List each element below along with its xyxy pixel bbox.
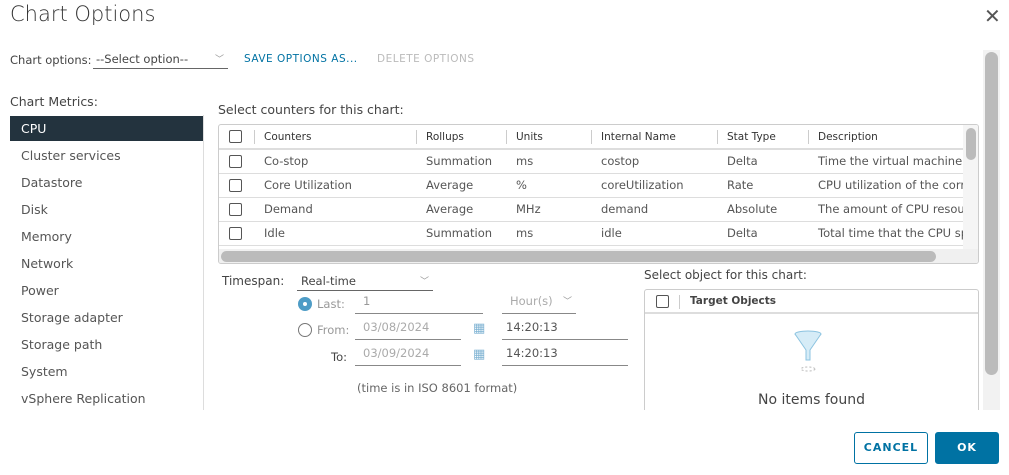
funnel-icon [794, 330, 822, 372]
table-cell: Summation [416, 221, 506, 246]
table-cell: costop [591, 149, 717, 174]
table-cell: Time the virtual machine is [808, 149, 963, 174]
checkbox-cell [219, 197, 254, 222]
last-label: Last: [317, 297, 345, 311]
dialog-body: Chart options: --Select option-- ﹀ SAVE O… [0, 40, 1009, 410]
from-radio[interactable] [298, 323, 312, 337]
table-cell: Total time that the CPU sp [808, 221, 963, 246]
table-cell: Delta [717, 149, 808, 174]
delete-options-button[interactable]: DELETE OPTIONS [377, 53, 474, 65]
timespan-select[interactable]: Real-time ﹀ [297, 274, 433, 291]
metric-item-cpu[interactable]: CPU [10, 116, 203, 141]
table-cell: MHz [506, 197, 591, 222]
divider [203, 115, 204, 410]
objects-label: Select object for this chart: [644, 268, 807, 282]
last-unit-value: Hour(s) [510, 294, 553, 308]
target-objects-table: Target Objects No items found [644, 289, 979, 410]
checkbox-cell [219, 149, 254, 174]
chart-options-value: --Select option-- [96, 52, 189, 66]
column-header[interactable]: Description [808, 125, 963, 150]
table-cell: Rate [717, 173, 808, 198]
metric-item-memory[interactable]: Memory [10, 224, 203, 249]
last-unit-select[interactable]: Hour(s) ﹀ [502, 294, 576, 314]
table-row[interactable]: Idle Summation ms idle Delta Total time that … [219, 221, 963, 246]
save-options-button[interactable]: SAVE OPTIONS AS... [244, 53, 358, 65]
column-header[interactable]: Target Objects [690, 295, 776, 307]
table-cell: demand [591, 197, 717, 222]
table-cell: idle [591, 221, 717, 246]
last-radio[interactable] [298, 297, 312, 311]
table-cell: ms [506, 221, 591, 246]
column-header[interactable]: Rollups [416, 125, 506, 150]
table-cell: Average [416, 173, 506, 198]
calendar-icon[interactable]: ▦ [473, 347, 485, 362]
table-row[interactable]: Core Utilization Average% coreUtilization R… [219, 173, 963, 198]
chevron-down-icon: ﹀ [214, 55, 224, 65]
dialog-scrollbar[interactable] [983, 50, 1000, 410]
chart-options-label: Chart options: [10, 53, 92, 67]
metric-item-system[interactable]: System [10, 359, 203, 384]
metric-item-storage-path[interactable]: Storage path [10, 332, 203, 357]
cancel-button[interactable]: CANCEL [854, 432, 928, 464]
table-cell: Idle [254, 221, 416, 246]
to-date-input[interactable]: 03/09/2024 [355, 346, 461, 366]
metric-item-power[interactable]: Power [10, 278, 203, 303]
column-header[interactable]: Units [506, 125, 591, 150]
chart-options-select[interactable]: --Select option-- ﹀ [93, 52, 228, 69]
table-cell: Absolute [717, 197, 808, 222]
table-cell: % [506, 173, 591, 198]
timespan-value: Real-time [301, 274, 356, 288]
table-cell: Demand [254, 197, 416, 222]
row-checkbox[interactable] [229, 227, 242, 240]
counters-label: Select counters for this chart: [218, 102, 404, 117]
iso-note: (time is in ISO 8601 format) [357, 381, 518, 395]
from-date-input[interactable]: 03/08/2024 [355, 320, 461, 340]
table-cell: coreUtilization [591, 173, 717, 198]
metric-item-vsphere-replication[interactable]: vSphere Replication [10, 386, 203, 410]
from-label: From: [317, 323, 350, 337]
to-label: To: [331, 350, 347, 364]
metric-item-storage-adapter[interactable]: Storage adapter [10, 305, 203, 330]
metric-item-disk[interactable]: Disk [10, 197, 203, 222]
table-cell: ms [506, 149, 591, 174]
calendar-icon[interactable]: ▦ [473, 321, 485, 336]
checkbox-cell [219, 221, 254, 246]
row-checkbox[interactable] [229, 179, 242, 192]
table-cell: Delta [717, 221, 808, 246]
metric-item-cluster-services[interactable]: Cluster services [10, 143, 203, 168]
to-time-input[interactable]: 14:20:13 [502, 346, 628, 366]
table-cell: Summation [416, 149, 506, 174]
table-cell: The amount of CPU resou [808, 197, 963, 222]
table-cell: Core Utilization [254, 173, 416, 198]
empty-message: No items found [758, 392, 865, 408]
column-header[interactable]: Stat Type [717, 125, 808, 150]
row-checkbox[interactable] [229, 155, 242, 169]
table-cell: Co-stop [254, 149, 416, 174]
metric-item-network[interactable]: Network [10, 251, 203, 276]
table-row[interactable]: Demand Average MHz demand Absolute The amount… [219, 197, 963, 222]
horizontal-scrollbar[interactable] [219, 249, 978, 263]
column-separator [679, 295, 680, 309]
timespan-label: Timespan: [222, 274, 285, 288]
chart-metrics-label: Chart Metrics: [10, 94, 98, 109]
checkbox-cell [219, 173, 254, 198]
dialog-title: Chart Options [10, 2, 156, 26]
select-all-checkbox[interactable] [229, 130, 242, 143]
table-cell: CPU utilization of the corr [808, 173, 963, 198]
column-header[interactable]: Internal Name [591, 125, 717, 150]
metric-item-datastore[interactable]: Datastore [10, 170, 203, 195]
from-time-input[interactable]: 14:20:13 [502, 320, 628, 340]
vertical-scrollbar[interactable] [963, 125, 978, 249]
column-header[interactable]: Counters [254, 125, 416, 150]
chevron-down-icon: ﹀ [562, 297, 572, 307]
chevron-down-icon: ﹀ [419, 277, 429, 287]
close-icon[interactable]: ✕ [984, 4, 1001, 28]
table-row[interactable]: Co-stop Summation ms costop Delta Time the vi… [219, 149, 963, 174]
row-checkbox[interactable] [229, 203, 242, 216]
table-cell: Average [416, 197, 506, 222]
ok-button[interactable]: OK [935, 432, 999, 464]
last-value-input[interactable]: 1 [355, 294, 483, 314]
counters-table: Counters Rollups Units Internal Name Sta… [218, 124, 979, 264]
select-all-objects-checkbox[interactable] [656, 295, 669, 308]
